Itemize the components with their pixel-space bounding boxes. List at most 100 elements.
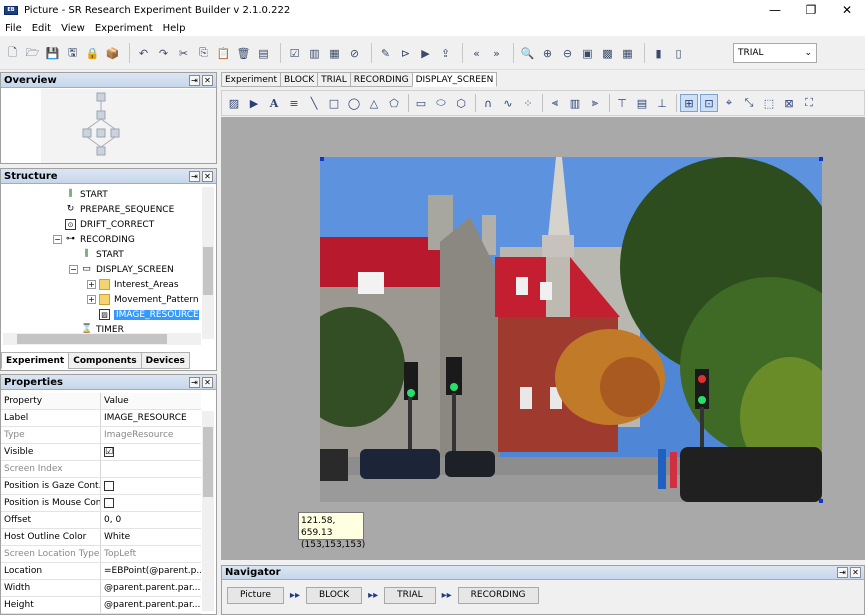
tree-item[interactable]: + Movement_Patterns — [87, 292, 199, 307]
table-row[interactable]: Label IMAGE_RESOURCE — [1, 410, 201, 427]
tree-item[interactable]: + Interest_Areas — [87, 277, 179, 292]
minimize-button[interactable]: — — [757, 0, 793, 20]
undo-icon[interactable]: ↶ — [135, 45, 152, 62]
center-icon[interactable]: ⌖ — [720, 94, 738, 112]
gaze-contingent-checkbox[interactable] — [104, 481, 114, 491]
text-icon[interactable]: A — [265, 94, 283, 112]
prop-value[interactable]: =EBPoint(@parent.p... — [101, 563, 201, 579]
save-icon[interactable]: 💾 — [44, 45, 61, 62]
table-row[interactable]: Host Outline Color White — [1, 529, 201, 546]
resize-icon[interactable]: ⤡ — [740, 94, 758, 112]
grid-snap-icon[interactable]: ⊞ — [680, 94, 698, 112]
tab-devices[interactable]: Devices — [140, 352, 190, 369]
tree-item[interactable]: ⫼ START — [81, 247, 123, 262]
tab-block[interactable]: BLOCK — [280, 72, 319, 87]
freeform-icon[interactable]: ⬠ — [385, 94, 403, 112]
back-icon[interactable]: « — [468, 45, 485, 62]
clean-icon[interactable]: ⊘ — [346, 45, 363, 62]
menu-help[interactable]: Help — [158, 23, 191, 34]
play-icon[interactable]: ▶ — [417, 45, 434, 62]
grid-icon[interactable]: ▩ — [599, 45, 616, 62]
open-folder-icon[interactable]: 🗁 — [24, 45, 41, 62]
close-panel-icon[interactable]: ✕ — [202, 170, 213, 182]
align-left-icon[interactable]: ⫷ — [546, 94, 564, 112]
ellipse-interest-area-icon[interactable]: ⬭ — [432, 94, 450, 112]
custom-pattern-icon[interactable]: ⁘ — [519, 94, 537, 112]
table-row[interactable]: Width @parent.parent.par... — [1, 580, 201, 597]
build-icon[interactable]: ▥ — [306, 45, 323, 62]
prop-value[interactable]: @parent.parent.par... — [101, 580, 201, 596]
overview-canvas[interactable] — [41, 89, 216, 163]
selection-handle[interactable] — [819, 157, 823, 161]
paste-icon[interactable]: 📋 — [215, 45, 232, 62]
cut-icon[interactable]: ✂ — [175, 45, 192, 62]
video-icon[interactable]: ▶ — [245, 94, 263, 112]
tab-trial[interactable]: TRIAL — [317, 72, 351, 87]
close-panel-icon[interactable]: ✕ — [202, 376, 213, 388]
nav-recording-button[interactable]: RECORDING — [457, 587, 539, 604]
fit-icon[interactable]: ▣ — [579, 45, 596, 62]
test-run-icon[interactable]: ✎ — [377, 45, 394, 62]
menu-view[interactable]: View — [56, 23, 90, 34]
prop-value[interactable]: @parent.parent.par... — [101, 597, 201, 613]
scroll-thumb[interactable] — [203, 247, 213, 295]
nav-picture-button[interactable]: Picture — [227, 587, 284, 604]
menu-experiment[interactable]: Experiment — [90, 23, 158, 34]
tab-recording[interactable]: RECORDING — [349, 72, 413, 87]
tree-item[interactable]: − ⊶ RECORDING — [53, 232, 135, 247]
table-row[interactable]: Position is Gaze Cont... — [1, 478, 201, 495]
save-all-icon[interactable]: 🖫 — [64, 45, 81, 62]
tree-item[interactable]: ⫼ START — [65, 187, 107, 202]
freehand-interest-area-icon[interactable]: ⬡ — [452, 94, 470, 112]
tab-components[interactable]: Components — [68, 352, 142, 369]
full-screen-icon[interactable]: ⛶ — [800, 94, 818, 112]
structure-hscroll[interactable] — [3, 333, 201, 345]
selection-handle[interactable] — [320, 157, 324, 161]
lock-icon[interactable]: 🔒 — [84, 45, 101, 62]
export-icon[interactable]: ⇪ — [437, 45, 454, 62]
menu-file[interactable]: File — [0, 23, 27, 34]
pin-icon[interactable]: ⇥ — [837, 567, 848, 578]
table-row[interactable]: Offset 0, 0 — [1, 512, 201, 529]
line-pattern-icon[interactable]: ∿ — [499, 94, 517, 112]
expand-icon[interactable]: + — [87, 295, 96, 304]
prop-value[interactable]: 0, 0 — [101, 512, 201, 528]
scroll-thumb[interactable] — [17, 334, 167, 344]
insert-image-icon[interactable]: ▨ — [225, 94, 243, 112]
properties-vscroll[interactable] — [202, 411, 214, 611]
rect-interest-area-icon[interactable]: ▭ — [412, 94, 430, 112]
pin-icon[interactable]: ⇥ — [189, 170, 200, 182]
structure-vscroll[interactable] — [202, 187, 214, 339]
nav-block-button[interactable]: BLOCK — [305, 587, 363, 604]
close-panel-icon[interactable]: ✕ — [202, 74, 213, 86]
fit-screen-icon[interactable]: ⬚ — [760, 94, 778, 112]
align-right-icon[interactable]: ⫸ — [586, 94, 604, 112]
tab-experiment[interactable]: Experiment — [221, 72, 282, 87]
close-panel-icon[interactable]: ✕ — [850, 567, 861, 578]
zoom-region-icon[interactable]: ⊠ — [780, 94, 798, 112]
sine-pattern-icon[interactable]: ∩ — [479, 94, 497, 112]
prop-value[interactable]: White — [101, 529, 201, 545]
node-icon[interactable]: ▮ — [650, 45, 667, 62]
align-top-icon[interactable]: ⊤ — [613, 94, 631, 112]
node-delete-icon[interactable]: ▯ — [670, 45, 687, 62]
check-icon[interactable]: ☑ — [286, 45, 303, 62]
tab-display-screen[interactable]: DISPLAY_SCREEN — [411, 72, 498, 87]
nav-trial-button[interactable]: TRIAL — [384, 587, 436, 604]
package-icon[interactable]: 📦 — [104, 45, 121, 62]
menu-edit[interactable]: Edit — [27, 23, 56, 34]
table-row[interactable]: Location =EBPoint(@parent.p... — [1, 563, 201, 580]
trial-select[interactable]: TRIAL ⌄ — [733, 43, 817, 63]
display-screen-canvas[interactable]: 121.58, 659.13 (153,153,153) — [221, 117, 865, 560]
maximize-button[interactable]: ❐ — [793, 0, 829, 20]
mouse-contingent-checkbox[interactable] — [104, 498, 114, 508]
expand-icon[interactable]: + — [87, 280, 96, 289]
table-row[interactable]: Height @parent.parent.par... — [1, 597, 201, 614]
line-icon[interactable]: ╲ — [305, 94, 323, 112]
zoom-out-icon[interactable]: ⊖ — [559, 45, 576, 62]
forward-icon[interactable]: » — [488, 45, 505, 62]
tree-item[interactable]: ▨ IMAGE_RESOURCE — [99, 307, 199, 322]
image-resource[interactable] — [320, 157, 822, 502]
selection-handle[interactable] — [819, 499, 823, 503]
run-icon[interactable]: ⊳ — [397, 45, 414, 62]
